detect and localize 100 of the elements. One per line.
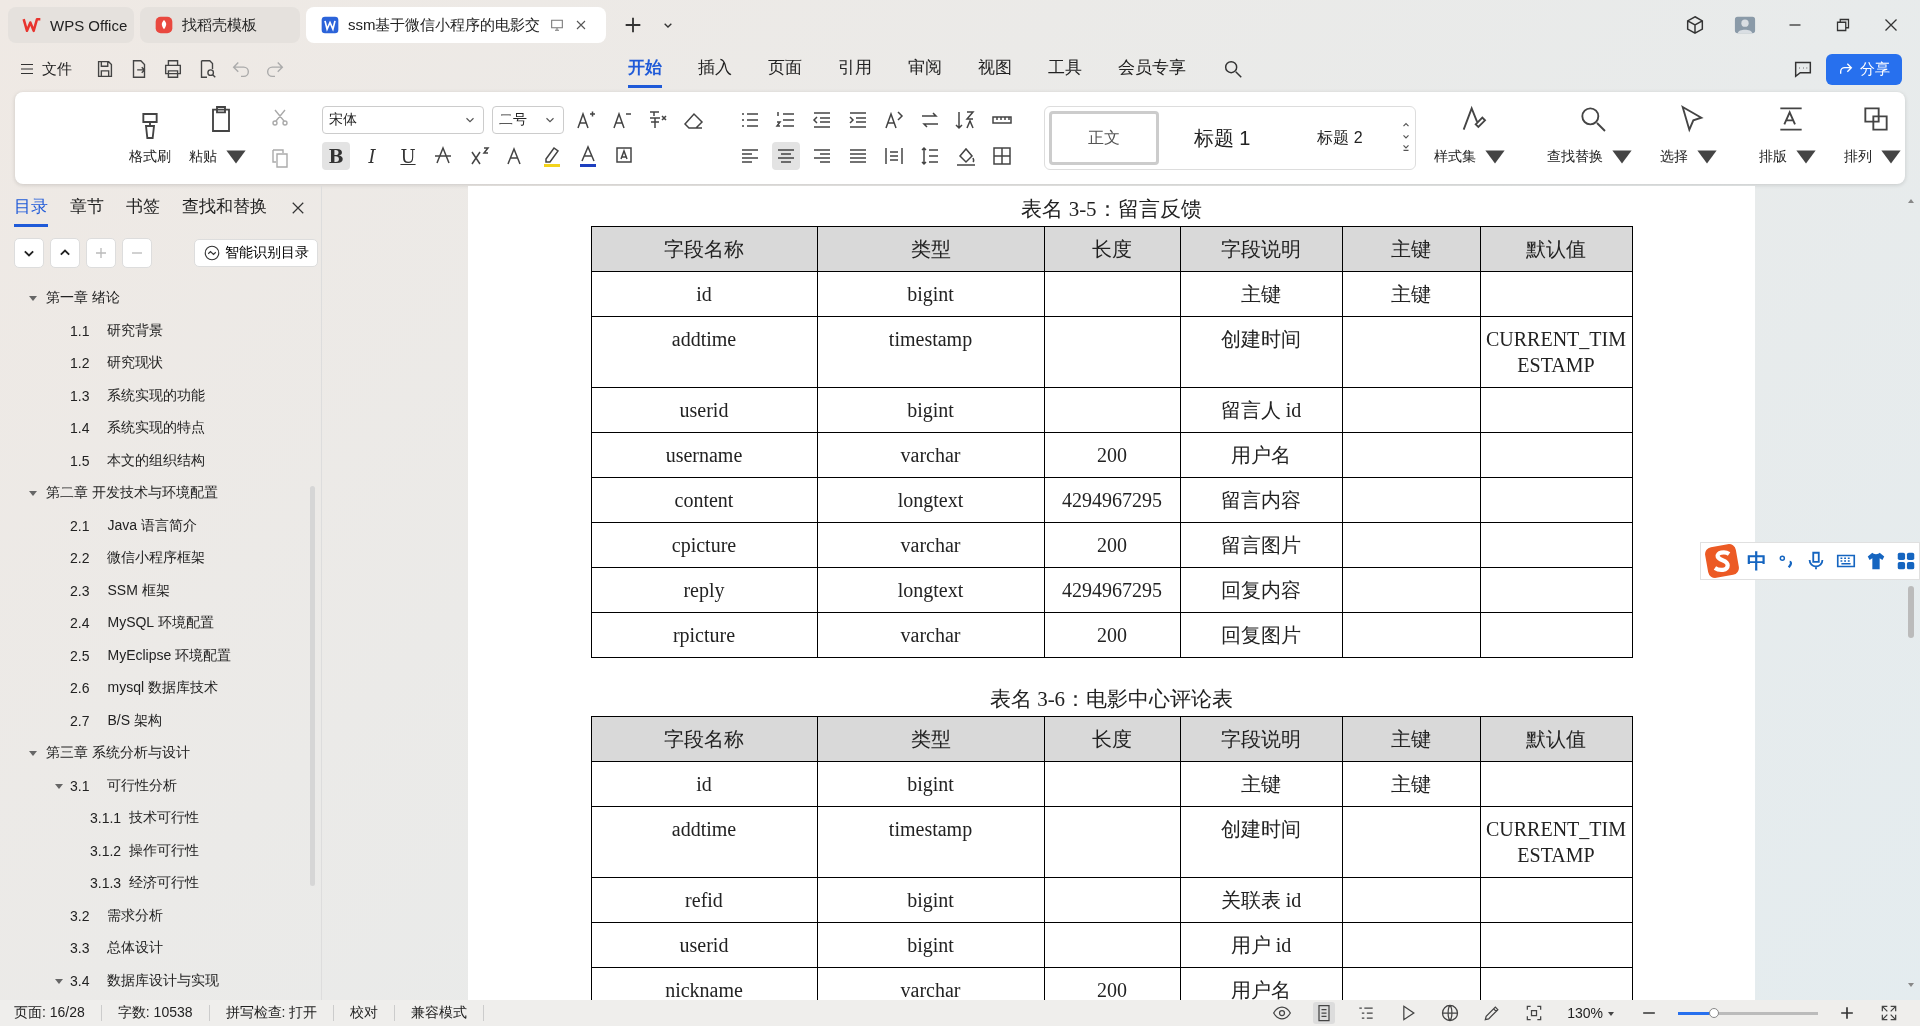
outline-item[interactable]: 数据库设计与实现	[107, 971, 220, 990]
table-cell: 主键	[1180, 271, 1342, 317]
column-header: 长度	[1044, 226, 1180, 272]
outline-number: 2.4	[70, 615, 90, 632]
column-header: 类型	[817, 226, 1044, 272]
outline-item[interactable]: Java 语言简介	[107, 516, 197, 535]
menu-tab[interactable]: 审阅	[908, 50, 942, 88]
window-tab[interactable]: 找稻壳模板	[140, 7, 300, 43]
page-icon[interactable]	[1313, 1002, 1336, 1024]
table-cell: userid	[591, 387, 817, 433]
outline-number: 3.1.3	[90, 875, 122, 892]
status-item[interactable]: 拼写检查: 打开	[225, 1004, 318, 1022]
outline-item[interactable]: 总体设计	[107, 939, 164, 958]
outline-item[interactable]: 第一章 绪论	[46, 289, 120, 308]
window-tab[interactable]: ssm基于微信小程序的电影交	[306, 7, 606, 43]
outline-item[interactable]: MyEclipse 环境配置	[107, 646, 232, 665]
table-cell: varchar	[817, 522, 1044, 568]
smart-toc-button[interactable]: 智能识别目录	[194, 239, 318, 267]
format-button[interactable]: B	[322, 142, 350, 170]
outline-item[interactable]: 系统实现的功能	[107, 386, 206, 405]
paste-button[interactable]: 粘贴	[185, 103, 256, 173]
table-cell: varchar	[817, 432, 1044, 478]
table-cell: 创建时间	[1180, 316, 1342, 388]
menu-tab[interactable]: 插入	[698, 50, 732, 88]
typesetting-button[interactable]: 排版	[1755, 103, 1826, 173]
outline-item[interactable]: 技术可行性	[129, 809, 200, 828]
outline-item[interactable]: 系统实现的特点	[107, 419, 206, 438]
outline-item[interactable]: mysql 数据库技术	[107, 679, 218, 698]
format-painter-button[interactable]: 格式刷	[125, 110, 175, 166]
table-cell: bigint	[817, 922, 1044, 968]
zoom-select[interactable]: 130%	[1567, 1005, 1616, 1021]
ime-logo-icon[interactable]	[1705, 544, 1739, 578]
document-logo-icon	[320, 15, 340, 35]
outline-item[interactable]: B/S 架构	[107, 711, 162, 730]
style-set-button[interactable]: 样式集	[1430, 103, 1515, 173]
outline-item[interactable]: MySQL 环境配置	[107, 614, 214, 633]
outline-item[interactable]: 需求分析	[107, 906, 164, 925]
outline-number: 1.2	[70, 355, 90, 372]
table-cell: cpicture	[591, 522, 817, 568]
outline-item[interactable]: 可行性分析	[107, 776, 178, 795]
window-tab[interactable]: WPS Office	[8, 7, 134, 43]
outline-number: 3.1.1	[90, 810, 122, 827]
sidebar-tab[interactable]: 目录	[14, 189, 48, 227]
style-option[interactable]: 正文	[1049, 111, 1159, 165]
menu-tab[interactable]: 会员专享	[1118, 50, 1186, 88]
align-center-icon[interactable]	[772, 142, 800, 170]
status-item[interactable]: 页面: 16/28	[14, 1004, 85, 1022]
menu-tab[interactable]: 引用	[838, 50, 872, 88]
table-cell: rpicture	[591, 612, 817, 658]
table-cell: 200	[1044, 522, 1180, 568]
outline-item[interactable]: 第三章 系统分析与设计	[46, 744, 190, 763]
outline-number: 3.1	[70, 777, 90, 794]
print-icon[interactable]	[162, 58, 184, 80]
sidebar-tab[interactable]: 书签	[126, 189, 160, 227]
table-cell: 创建时间	[1180, 806, 1342, 878]
zoom-slider[interactable]	[1678, 1011, 1818, 1015]
menu-tab[interactable]: 开始	[628, 50, 662, 88]
outline-number: 2.5	[70, 647, 90, 664]
status-item[interactable]: 校对	[350, 1004, 379, 1022]
status-item[interactable]: 字数: 10538	[117, 1004, 193, 1022]
select-button[interactable]: 选择	[1656, 103, 1727, 173]
outline-item[interactable]: 第二章 开发技术与环境配置	[46, 484, 218, 503]
outline-item[interactable]: 微信小程序框架	[107, 549, 206, 568]
table-cell: varchar	[817, 612, 1044, 658]
scrollbar-thumb[interactable]	[1908, 586, 1914, 638]
sidebar-tab[interactable]: 查找和替换	[182, 189, 267, 227]
apps-icon[interactable]	[1895, 550, 1917, 572]
outline-item[interactable]: 研究背景	[107, 321, 164, 340]
outline-item[interactable]: 研究现状	[107, 354, 164, 373]
outline-item[interactable]: 操作可行性	[129, 841, 200, 860]
table-cell: 4294967295	[1044, 477, 1180, 523]
menu-tab[interactable]: 工具	[1048, 50, 1082, 88]
file-menu[interactable]: 文件	[18, 59, 72, 79]
table-cell: bigint	[817, 387, 1044, 433]
column-header: 字段说明	[1180, 226, 1342, 272]
format-button[interactable]: I	[358, 142, 386, 170]
cube-icon[interactable]	[1684, 14, 1706, 36]
status-item[interactable]: 兼容模式	[411, 1004, 468, 1022]
outline-item[interactable]: SSM 框架	[107, 581, 170, 600]
find-replace-button[interactable]: 查找替换	[1543, 103, 1642, 173]
size-select[interactable]: 二号	[492, 106, 564, 134]
arrange-button[interactable]: 排列	[1840, 103, 1911, 173]
table-cell: CURRENT_TIMESTAMP	[1480, 316, 1632, 388]
outline-number: 3.2	[70, 907, 90, 924]
style-option[interactable]: 标题 1	[1167, 111, 1277, 165]
outline-number: 1.3	[70, 387, 90, 404]
monitor-icon[interactable]	[548, 17, 565, 33]
column-header: 字段说明	[1180, 716, 1342, 762]
outline-item[interactable]: 本文的组织结构	[107, 451, 206, 470]
format-button[interactable]: U	[394, 142, 422, 170]
input-mode-toggle[interactable]: 中	[1747, 547, 1767, 575]
share-button[interactable]: 分享	[1826, 53, 1902, 85]
sidebar-tab[interactable]: 章节	[70, 189, 104, 227]
style-option[interactable]: 标题 2	[1285, 111, 1395, 165]
search-icon[interactable]	[1222, 58, 1244, 80]
outline-item[interactable]: 经济可行性	[129, 874, 200, 893]
menu-tab[interactable]: 页面	[768, 50, 802, 88]
menu-tab[interactable]: 视图	[978, 50, 1012, 88]
shirt-icon[interactable]	[1865, 550, 1887, 572]
font-select[interactable]: 宋体	[322, 106, 484, 134]
